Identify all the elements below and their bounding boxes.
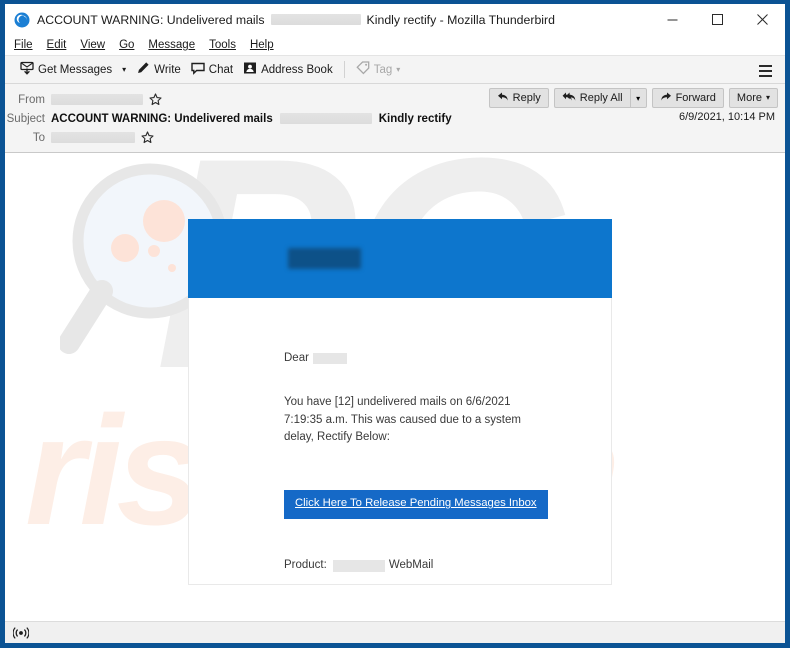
tag-button[interactable]: Tag ▾ <box>351 58 406 82</box>
subject-label: Subject <box>6 112 45 125</box>
more-label: More <box>736 92 762 104</box>
email-greeting: Dear <box>284 350 611 368</box>
greeting-name-redaction <box>312 353 347 365</box>
reply-all-split: Reply All ▾ <box>553 88 647 108</box>
email-body-line-1: You have [12] undelivered mails on 6/6/2… <box>284 395 511 408</box>
release-pending-messages-link[interactable]: Click Here To Release Pending Messages I… <box>284 490 548 519</box>
product-label: Product: <box>284 558 327 571</box>
reply-all-label: Reply All <box>579 92 623 104</box>
to-address-redaction <box>51 132 135 143</box>
app-menu-button[interactable] <box>754 60 776 81</box>
more-button[interactable]: More ▾ <box>728 88 778 108</box>
window-controls <box>650 4 785 35</box>
email-body-line-3: delay, Rectify Below: <box>284 431 390 444</box>
message-actions: Reply Reply All ▾ Forward More ▾ <box>484 88 778 108</box>
get-messages-button[interactable]: Get Messages <box>15 58 117 82</box>
pencil-icon <box>136 61 150 78</box>
cta-wrapper: Click Here To Release Pending Messages I… <box>284 490 611 519</box>
forward-label: Forward <box>675 92 716 104</box>
close-button[interactable] <box>740 4 785 35</box>
window-title-redaction <box>270 14 361 25</box>
to-label: To <box>32 131 45 144</box>
chat-label: Chat <box>208 63 234 76</box>
status-bar <box>5 621 785 643</box>
hamburger-icon-bar <box>758 69 772 72</box>
contact-card-icon <box>243 61 257 78</box>
message-header: Reply Reply All ▾ Forward More ▾ 6/9/202… <box>5 84 785 153</box>
reply-all-button[interactable]: Reply All <box>553 88 630 108</box>
menu-item-message[interactable]: Message <box>148 39 195 51</box>
menu-item-help[interactable]: Help <box>250 39 274 51</box>
product-name-redaction <box>332 559 385 572</box>
product-suffix: WebMail <box>388 558 434 571</box>
download-mail-icon <box>20 61 34 78</box>
thunderbird-window: ACCOUNT WARNING: Undelivered mails Kindl… <box>0 0 790 648</box>
greeting-text: Dear <box>284 352 309 364</box>
address-book-button[interactable]: Address Book <box>238 58 338 82</box>
thunderbird-icon <box>14 11 30 28</box>
email-content: Dear You have [12] undelivered mails on … <box>189 298 611 584</box>
banner-logo-redaction <box>288 248 361 269</box>
subject-value: ACCOUNT WARNING: Undelivered mails Kindl… <box>51 113 452 125</box>
get-messages-dropdown[interactable]: ▾ <box>117 58 131 82</box>
tag-chevron-down-icon: ▾ <box>396 64 401 74</box>
forward-arrow-icon <box>660 91 672 105</box>
window-inner: ACCOUNT WARNING: Undelivered mails Kindl… <box>5 4 785 643</box>
forward-button[interactable]: Forward <box>651 88 724 108</box>
window-title: ACCOUNT WARNING: Undelivered mails Kindl… <box>37 13 555 27</box>
minimize-button[interactable] <box>650 4 695 35</box>
reply-all-dropdown[interactable]: ▾ <box>629 88 647 108</box>
email-banner <box>188 219 612 298</box>
chat-button[interactable]: Chat <box>186 58 238 82</box>
chevron-down-icon: ▾ <box>636 93 641 103</box>
reply-label: Reply <box>512 92 541 104</box>
chevron-down-icon: ▾ <box>765 93 770 102</box>
email-body-paragraph: You have [12] undelivered mails on 6/6/2… <box>284 394 611 447</box>
message-date: 6/9/2021, 10:14 PM <box>678 111 775 123</box>
speech-bubble-icon <box>191 61 205 78</box>
menu-item-file[interactable]: File <box>14 39 33 51</box>
reply-button[interactable]: Reply <box>488 88 549 108</box>
write-label: Write <box>154 63 181 76</box>
title-bar: ACCOUNT WARNING: Undelivered mails Kindl… <box>5 4 785 35</box>
subject-prefix: ACCOUNT WARNING: Undelivered mails <box>51 112 273 125</box>
main-toolbar: Get Messages ▾ Write Chat Address Book T… <box>5 55 785 84</box>
write-button[interactable]: Write <box>131 58 186 82</box>
star-icon[interactable] <box>141 131 154 144</box>
menu-item-go[interactable]: Go <box>119 39 134 51</box>
menu-item-view[interactable]: View <box>80 39 105 51</box>
hamburger-icon-bar <box>758 64 772 67</box>
chevron-down-icon: ▾ <box>122 64 127 74</box>
subject-suffix: Kindly rectify <box>378 112 452 125</box>
menu-bar: File Edit View Go Message Tools Help <box>5 35 785 55</box>
email-product-line: Product: WebMail <box>284 557 611 575</box>
subject-row: Subject ACCOUNT WARNING: Undelivered mai… <box>5 109 785 128</box>
to-value[interactable] <box>51 131 154 144</box>
message-body: PC risk.com Dear <box>5 153 785 634</box>
signal-icon[interactable] <box>13 626 29 640</box>
maximize-button[interactable] <box>695 4 740 35</box>
window-title-suffix: Kindly rectify - Mozilla Thunderbird <box>366 12 555 27</box>
get-messages-label: Get Messages <box>38 63 113 76</box>
menu-item-tools[interactable]: Tools <box>209 39 236 51</box>
tag-icon <box>356 61 370 78</box>
email-body-line-2: 7:19:35 a.m. This was caused due to a sy… <box>284 413 521 426</box>
reply-arrow-icon <box>497 91 509 105</box>
star-icon[interactable] <box>149 93 162 106</box>
menu-item-edit[interactable]: Edit <box>47 39 67 51</box>
from-value[interactable] <box>51 93 162 106</box>
tag-label: Tag <box>373 63 393 76</box>
subject-redaction <box>279 113 372 124</box>
from-label: From <box>18 93 45 106</box>
from-address-redaction <box>51 94 143 105</box>
hamburger-icon-bar <box>758 74 772 77</box>
toolbar-separator <box>343 61 345 78</box>
window-title-prefix: ACCOUNT WARNING: Undelivered mails <box>37 12 265 27</box>
address-book-label: Address Book <box>261 63 333 76</box>
reply-all-arrow-icon <box>562 91 576 105</box>
to-row: To <box>5 128 785 147</box>
